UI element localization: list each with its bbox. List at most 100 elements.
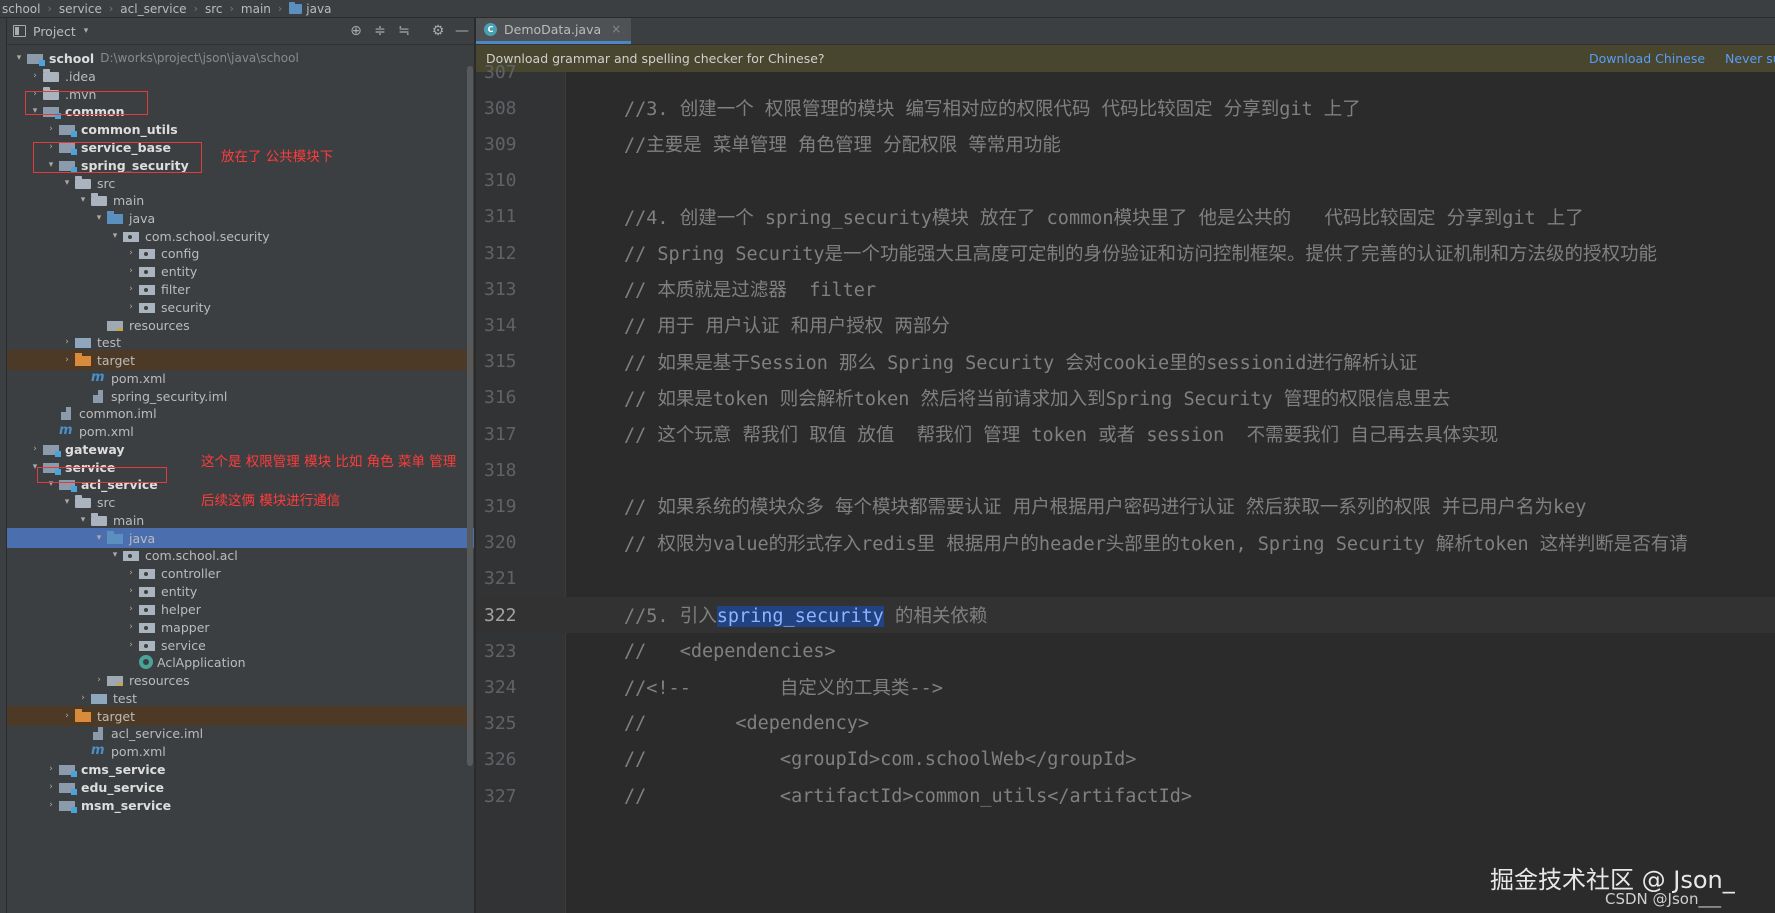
code-line[interactable]: 314 // 用于 用户认证 和用户授权 两部分 (476, 307, 1775, 343)
line-number[interactable]: 326 (476, 749, 536, 770)
line-number[interactable]: 324 (476, 677, 536, 698)
tree-row-test[interactable]: › test (7, 332, 474, 352)
tree-row-filter[interactable]: › filter (7, 279, 474, 299)
line-number[interactable]: 327 (476, 786, 536, 807)
code-line[interactable]: 327 // <artifactId>common_utils</artifact… (476, 778, 1775, 814)
code-line[interactable]: 326 // <groupId>com.schoolWeb</groupId> (476, 742, 1775, 778)
code-line[interactable]: 308 //3. 创建一个 权限管理的模块 编写相对应的权限代码 代码比较固定 分… (476, 90, 1775, 126)
tree-row-msm-service[interactable]: › msm_service (7, 795, 474, 815)
code-line[interactable]: 324 //<!-- 自定义的工具类--> (476, 669, 1775, 705)
tree-row-pom-xml[interactable]: m pom.xml (7, 741, 474, 761)
code-line[interactable]: 322 //5. 引入spring_security 的相关依赖 (476, 597, 1775, 634)
breadcrumb-item-java[interactable]: java (289, 1, 331, 16)
locate-icon[interactable]: ⊕ (344, 23, 368, 39)
tree-row-entity[interactable]: › entity (7, 261, 474, 281)
expand-all-icon[interactable]: ≑ (368, 23, 392, 39)
code-line[interactable]: 315 // 如果是基于Session 那么 Spring Security 会对… (476, 344, 1775, 380)
chevron-down-icon[interactable]: ▾ (75, 515, 91, 525)
breadcrumb-item-src[interactable]: src (205, 2, 223, 16)
tree-row-entity[interactable]: › entity (7, 581, 474, 601)
tree-row-pom-xml[interactable]: m pom.xml (7, 421, 474, 441)
code-line[interactable]: 321 (476, 561, 1775, 597)
line-number[interactable]: 315 (476, 351, 536, 372)
chevron-right-icon[interactable]: › (59, 337, 75, 347)
chevron-right-icon[interactable]: › (123, 248, 139, 258)
tree-row-common-utils[interactable]: › common_utils (7, 119, 474, 139)
left-tool-strip[interactable] (0, 18, 7, 913)
line-number[interactable]: 313 (476, 279, 536, 300)
tree-row-school[interactable]: ▾ school D:\works\project\json\java\school (7, 48, 474, 68)
chevron-right-icon[interactable]: › (59, 355, 75, 365)
line-number[interactable]: 321 (476, 568, 536, 589)
chevron-right-icon[interactable]: › (123, 622, 139, 632)
tree-row-config[interactable]: › config (7, 243, 474, 263)
line-number[interactable]: 325 (476, 713, 536, 734)
tab-demodata[interactable]: C DemoData.java × (476, 18, 632, 44)
line-number[interactable]: 309 (476, 134, 536, 155)
chevron-right-icon[interactable]: › (123, 586, 139, 596)
chevron-down-icon[interactable]: ▾ (84, 26, 89, 36)
tree-row-controller[interactable]: › controller (7, 563, 474, 583)
breadcrumb-item-service[interactable]: service (59, 2, 102, 16)
code-line[interactable]: 313 // 本质就是过滤器 filter (476, 271, 1775, 307)
line-number[interactable]: 317 (476, 424, 536, 445)
tree-row-common-iml[interactable]: common.iml (7, 403, 474, 423)
chevron-right-icon[interactable]: › (43, 124, 59, 134)
chevron-down-icon[interactable]: ▾ (59, 178, 75, 188)
chevron-down-icon[interactable]: ▾ (75, 195, 91, 205)
tree-row--idea[interactable]: › .idea (7, 66, 474, 86)
chevron-right-icon[interactable]: › (123, 284, 139, 294)
chevron-right-icon[interactable]: › (43, 782, 59, 792)
code-line[interactable]: 307 (476, 54, 1775, 90)
tree-row-edu-service[interactable]: › edu_service (7, 777, 474, 797)
line-number[interactable]: 320 (476, 532, 536, 553)
breadcrumb-item-main[interactable]: main (241, 2, 271, 16)
chevron-right-icon[interactable]: › (43, 800, 59, 810)
chevron-right-icon[interactable]: › (59, 711, 75, 721)
tree-row-cms-service[interactable]: › cms_service (7, 759, 474, 779)
line-number[interactable]: 318 (476, 460, 536, 481)
line-number[interactable]: 307 (476, 62, 536, 83)
chevron-right-icon[interactable]: › (123, 302, 139, 312)
code-area[interactable]: 307 308 //3. 创建一个 权限管理的模块 编写相对应的权限代码 代码比较固… (476, 62, 1775, 913)
code-line[interactable]: 318 (476, 452, 1775, 488)
chevron-right-icon[interactable]: › (75, 693, 91, 703)
project-scrollbar[interactable] (467, 66, 473, 766)
tree-row-java[interactable]: ▾ java (7, 208, 474, 228)
line-number[interactable]: 312 (476, 243, 536, 264)
chevron-down-icon[interactable]: ▾ (11, 53, 27, 63)
project-panel-title[interactable]: Project (33, 24, 76, 39)
tree-row-resources[interactable]: › resources (7, 670, 474, 690)
tree-row-main[interactable]: ▾ main (7, 190, 474, 210)
line-number[interactable]: 310 (476, 170, 536, 191)
tree-row-aclapplication[interactable]: AclApplication (7, 652, 474, 672)
chevron-down-icon[interactable]: ▾ (59, 497, 75, 507)
code-line[interactable]: 325 // <dependency> (476, 706, 1775, 742)
line-number[interactable]: 308 (476, 98, 536, 119)
tree-row-mapper[interactable]: › mapper (7, 617, 474, 637)
tree-row-acl-service-iml[interactable]: acl_service.iml (7, 723, 474, 743)
chevron-right-icon[interactable]: › (91, 675, 107, 685)
code-line[interactable]: 319 // 如果系统的模块众多 每个模块都需要认证 用户根据用户密码进行认证 然… (476, 488, 1775, 524)
chevron-right-icon[interactable]: › (123, 568, 139, 578)
line-number[interactable]: 319 (476, 496, 536, 517)
tree-row-pom-xml[interactable]: m pom.xml (7, 368, 474, 388)
chevron-down-icon[interactable]: ▾ (107, 550, 123, 560)
chevron-right-icon[interactable]: › (123, 266, 139, 276)
chevron-right-icon[interactable]: › (123, 640, 139, 650)
tree-row-test[interactable]: › test (7, 688, 474, 708)
code-line[interactable]: 312 // Spring Security是一个功能强大且高度可定制的身份验证和… (476, 235, 1775, 271)
line-number[interactable]: 316 (476, 387, 536, 408)
chevron-right-icon[interactable]: › (27, 71, 43, 81)
chevron-right-icon[interactable]: › (123, 604, 139, 614)
code-line[interactable]: 323 // <dependencies> (476, 633, 1775, 669)
close-icon[interactable]: × (611, 22, 621, 36)
code-line[interactable]: 309 //主要是 菜单管理 角色管理 分配权限 等常用功能 (476, 126, 1775, 162)
tree-row-security[interactable]: › security (7, 297, 474, 317)
chevron-right-icon[interactable]: › (43, 764, 59, 774)
chevron-down-icon[interactable]: ▾ (107, 231, 123, 241)
line-number[interactable]: 323 (476, 641, 536, 662)
chevron-down-icon[interactable]: ▾ (91, 533, 107, 543)
code-line[interactable]: 317 // 这个玩意 帮我们 取值 放值 帮我们 管理 token 或者 ses… (476, 416, 1775, 452)
tree-row-helper[interactable]: › helper (7, 599, 474, 619)
